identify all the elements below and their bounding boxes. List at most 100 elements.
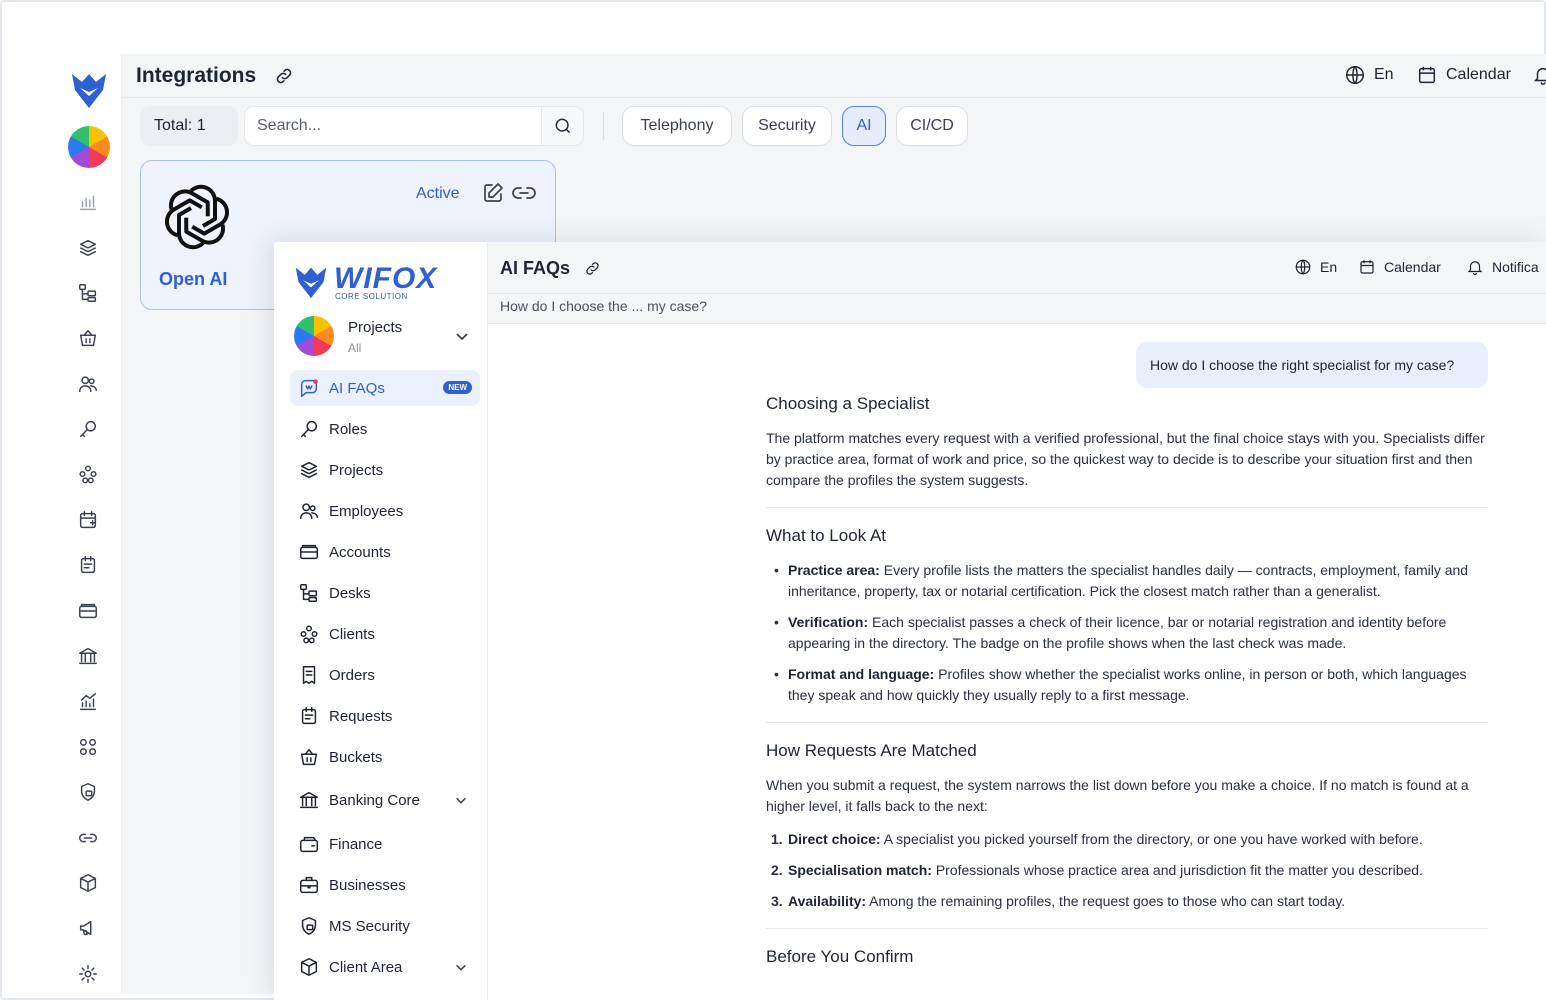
filter-security[interactable]: Security	[742, 106, 832, 146]
new-badge: NEW	[443, 381, 472, 394]
calendar-icon	[1418, 66, 1436, 84]
users-icon	[298, 500, 320, 522]
integrations-header: Integrations En Calendar	[122, 54, 1546, 98]
chat-area: How do I choose the right specialist for…	[488, 324, 1546, 1000]
answer-ordered-list: 1. Direct choice: A specialist you picked…	[766, 829, 1488, 912]
link-icon[interactable]	[274, 66, 294, 86]
key-icon[interactable]	[68, 409, 108, 449]
hierarchy-icon[interactable]	[68, 273, 108, 313]
finance-chart-icon[interactable]	[68, 682, 108, 722]
chart-icon[interactable]	[68, 182, 108, 222]
sidebar-item-label: Employees	[329, 502, 404, 520]
sidebar-item-label: Requests	[329, 707, 393, 725]
total-count: Total: 1	[140, 106, 238, 146]
bank-icon[interactable]	[68, 636, 108, 676]
sidebar-item-finance[interactable]: Finance	[290, 826, 480, 862]
bank-icon	[298, 789, 320, 811]
sidebar-item-roles[interactable]: Roles	[290, 411, 480, 447]
clients-icon[interactable]	[68, 454, 108, 494]
grid-icon[interactable]	[68, 727, 108, 767]
globe-icon	[1295, 259, 1311, 275]
sidebar-item-client-area[interactable]: Client Area	[290, 949, 480, 985]
layers-icon[interactable]	[68, 228, 108, 268]
ai-chat-icon	[298, 377, 320, 399]
project-avatar	[294, 316, 334, 356]
sidebar-item-banking-core[interactable]: Banking Core	[290, 782, 480, 818]
sidebar-item-businesses[interactable]: Businesses	[290, 867, 480, 903]
notifications-button[interactable]: Notifica	[1466, 258, 1539, 276]
sidebar-item-label: Projects	[329, 461, 384, 479]
integration-name: Open AI	[159, 269, 228, 289]
shield-lock-icon[interactable]	[68, 772, 108, 812]
sidebar-item-orders[interactable]: Orders	[290, 657, 480, 693]
business-icon	[298, 874, 320, 896]
language-selector[interactable]: En	[1294, 258, 1337, 276]
link-icon[interactable]	[584, 260, 601, 277]
search-button[interactable]	[541, 107, 583, 145]
project-avatar[interactable]	[68, 126, 110, 168]
requests-icon[interactable]	[68, 545, 108, 585]
megaphone-icon[interactable]	[68, 908, 108, 948]
sidebar-item-employees[interactable]: Employees	[290, 493, 480, 529]
gear-icon[interactable]	[68, 954, 108, 994]
box-icon[interactable]	[68, 863, 108, 903]
fox-logo-icon[interactable]	[70, 70, 108, 110]
fox-logo-icon	[295, 267, 327, 299]
sidebar-item-clients[interactable]: Clients	[290, 616, 480, 652]
unlink-icon[interactable]	[511, 181, 537, 205]
ai-faqs-window: WIFOX CORE SOLUTION Projects All AI FAQs…	[274, 242, 1546, 1000]
list-item: 1. Direct choice: A specialist you picked…	[771, 831, 1423, 847]
list-item: 3. Availability: Among the remaining prof…	[771, 893, 1346, 909]
list-item: 2. Specialisation match: Professionals wh…	[771, 862, 1423, 878]
answer-heading: How Requests Are Matched	[766, 741, 977, 760]
answer-heading: What to Look At	[766, 526, 887, 545]
link-icon[interactable]	[68, 818, 108, 858]
language-selector[interactable]: En	[1344, 64, 1394, 86]
calendar-add-icon[interactable]	[68, 500, 108, 540]
project-selector[interactable]: Projects All	[294, 316, 476, 360]
brand[interactable]: WIFOX CORE SOLUTION	[294, 262, 484, 304]
page-title: Integrations	[136, 64, 257, 87]
clients-icon	[298, 623, 320, 645]
filter-telephony[interactable]: Telephony	[622, 106, 732, 146]
wallet-icon	[298, 541, 320, 563]
edit-icon[interactable]	[481, 181, 505, 205]
orders-icon	[298, 664, 320, 686]
bell-icon	[1467, 261, 1483, 276]
calendar-button[interactable]: Calendar	[1416, 64, 1511, 86]
hierarchy-icon	[298, 582, 320, 604]
openai-logo-icon	[164, 184, 230, 250]
sidebar-item-label: Client Area	[329, 958, 403, 976]
calendar-button[interactable]: Calendar	[1358, 258, 1441, 276]
layers-icon	[298, 459, 320, 481]
notifications-button[interactable]	[1532, 64, 1546, 86]
sidebar-item-buckets[interactable]: Buckets	[290, 739, 480, 775]
faq-header: AI FAQs En Calendar Notifica	[488, 242, 1546, 294]
toolbar-divider	[603, 112, 604, 140]
users-icon[interactable]	[68, 364, 108, 404]
calendar-icon	[1360, 260, 1374, 274]
wallet-icon[interactable]	[68, 591, 108, 631]
sidebar-item-ai-faqs[interactable]: AI FAQs NEW	[290, 370, 480, 406]
key-icon	[298, 418, 320, 440]
sidebar-item-projects[interactable]: Projects	[290, 452, 480, 488]
answer-paragraph: When you submit a request, the system na…	[766, 777, 1469, 814]
brand-subtitle: CORE SOLUTION	[335, 292, 408, 301]
sidebar-item-requests[interactable]: Requests	[290, 698, 480, 734]
sidebar-item-label: Desks	[329, 584, 371, 602]
filter-cicd[interactable]: CI/CD	[896, 106, 968, 146]
sidebar-item-desks[interactable]: Desks	[290, 575, 480, 611]
basket-icon[interactable]	[68, 318, 108, 358]
list-item: Practice area: Every profile lists the m…	[766, 560, 1488, 602]
search-input[interactable]	[257, 117, 527, 135]
sidebar-item-label: Orders	[329, 666, 375, 684]
sidebar-item-label: Clients	[329, 625, 375, 643]
answer-heading: Before You Confirm	[766, 947, 914, 966]
filter-ai[interactable]: AI	[842, 106, 886, 146]
brand-name: WIFOX	[334, 262, 438, 295]
sidebar-item-accounts[interactable]: Accounts	[290, 534, 480, 570]
finance-icon	[298, 833, 320, 855]
sidebar-item-ms-security[interactable]: MS Security	[290, 908, 480, 944]
answer-heading: Choosing a Specialist	[766, 394, 930, 413]
sidebar-item-label: Buckets	[329, 748, 383, 766]
